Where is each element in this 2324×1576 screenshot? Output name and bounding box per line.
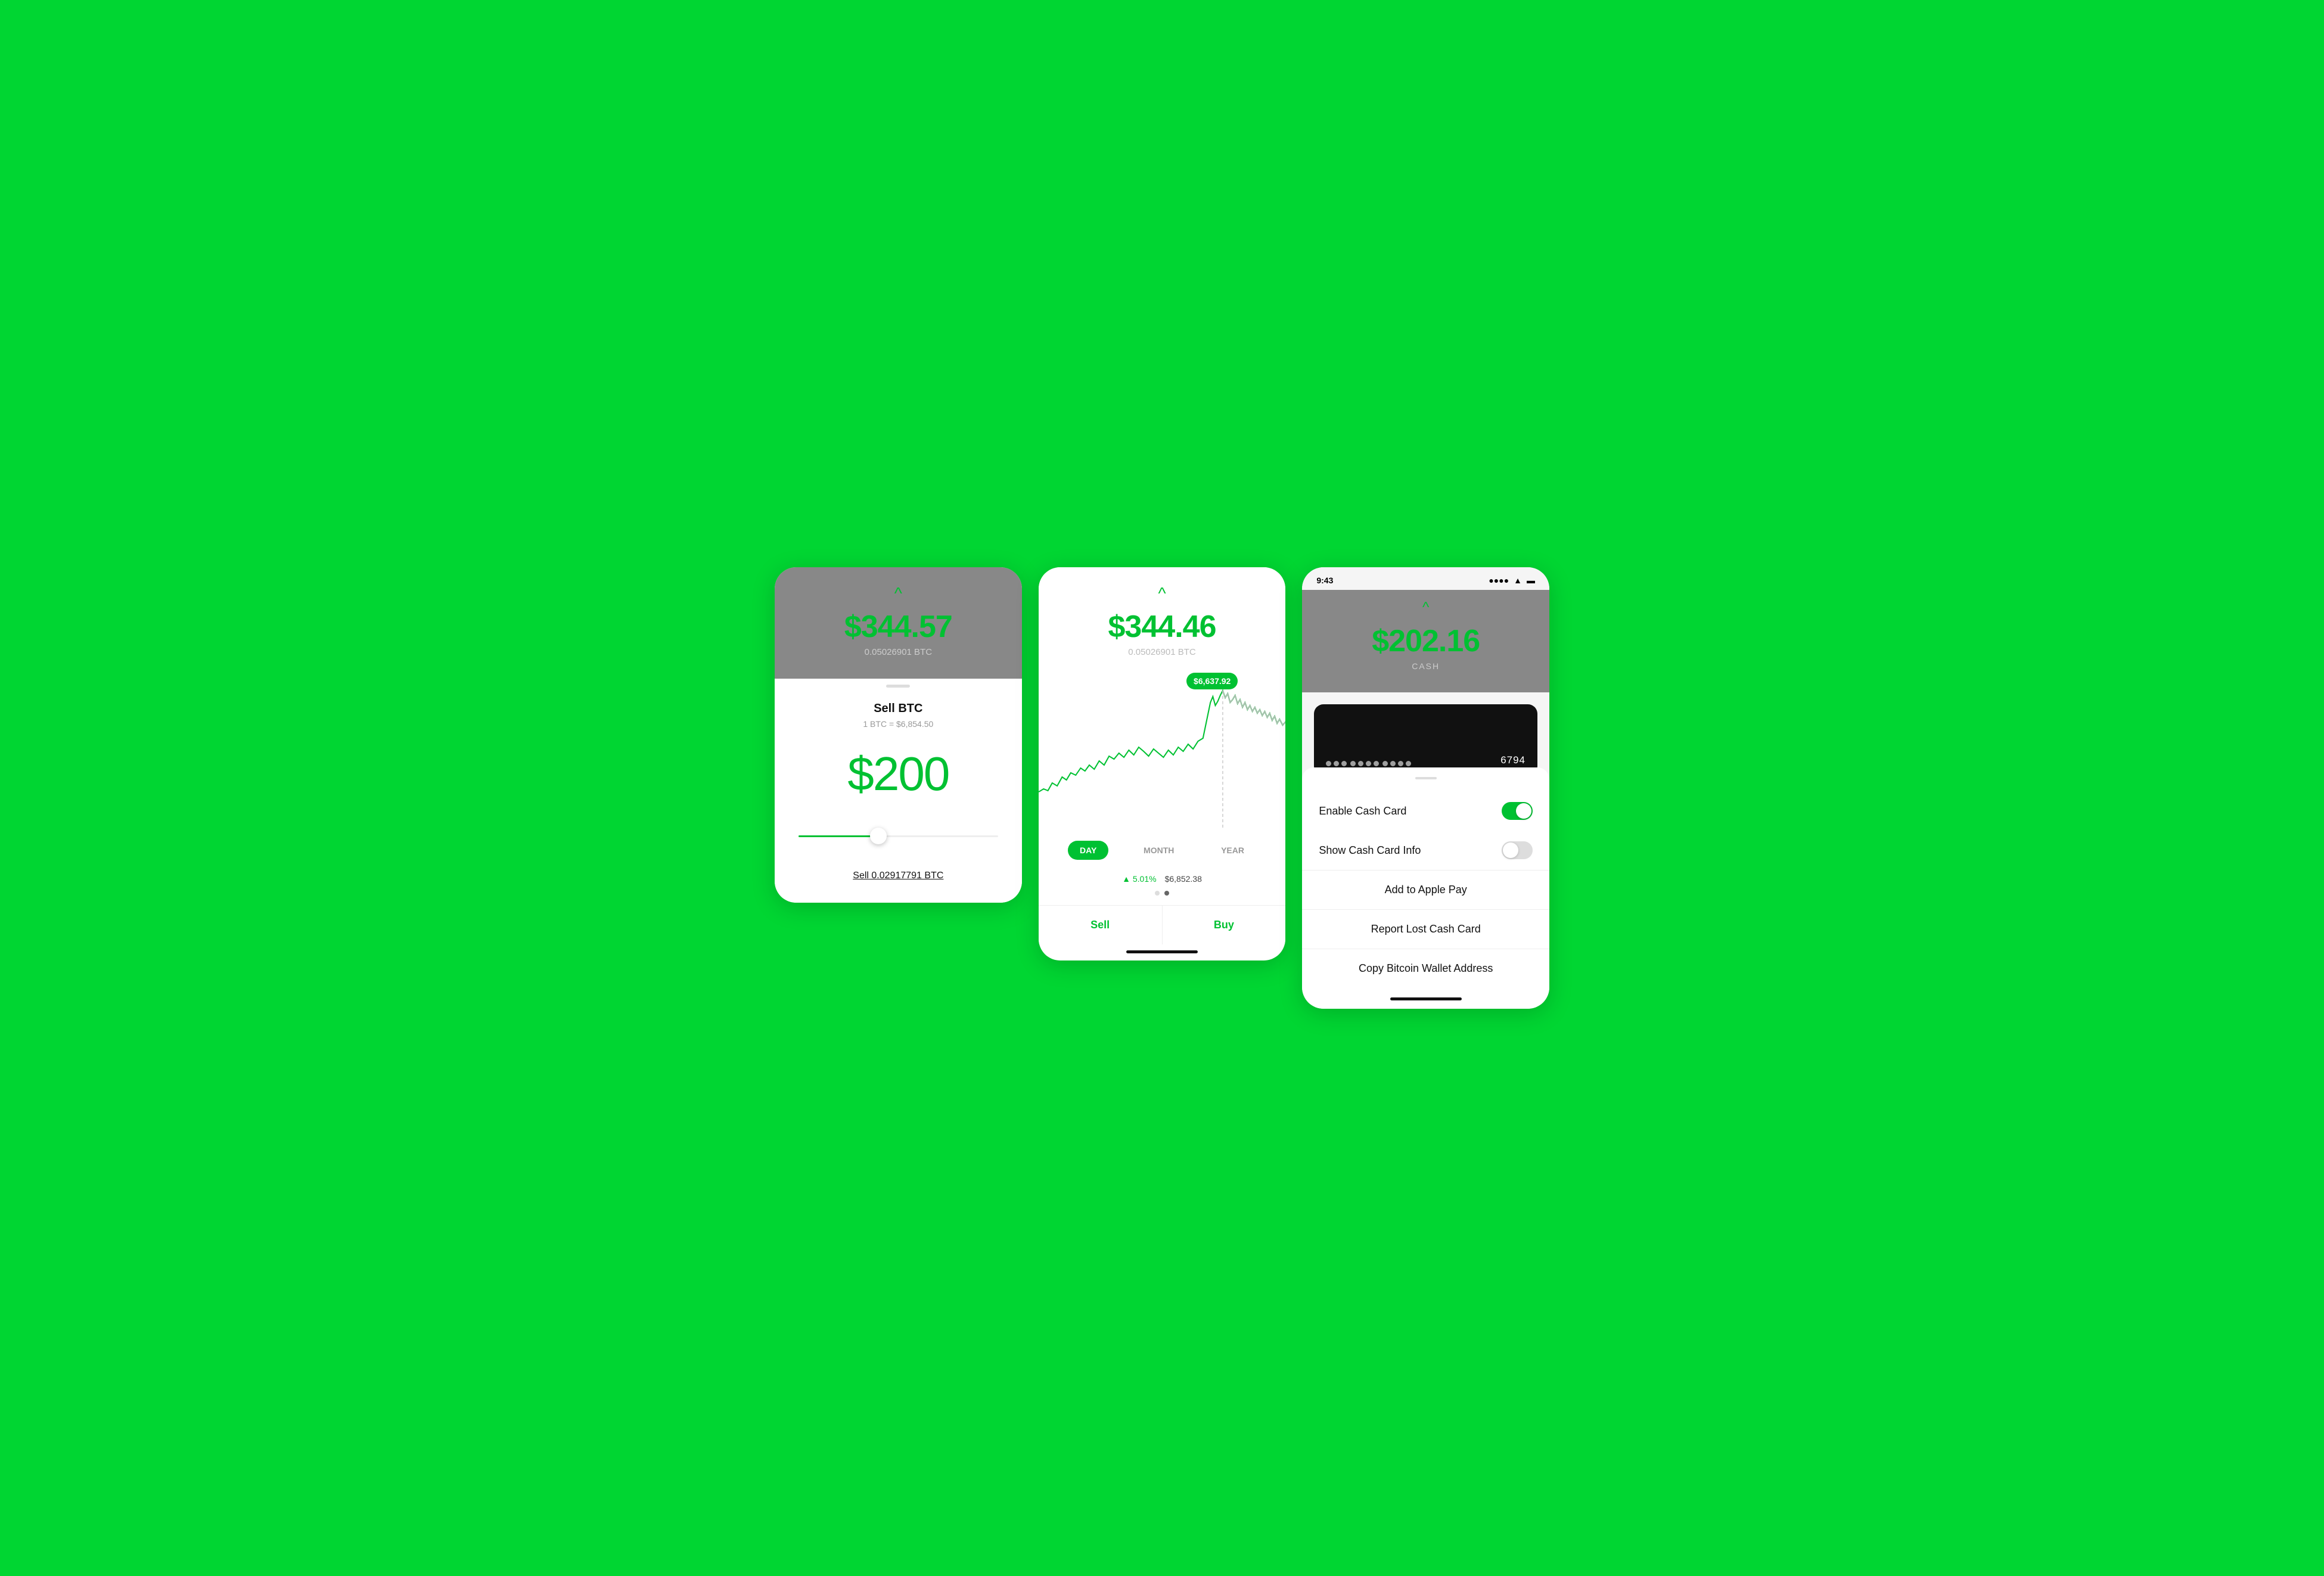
time-btn-day[interactable]: DAY <box>1068 841 1108 860</box>
sell-btc-text: Sell 0.02917791 BTC <box>853 871 943 881</box>
chart-btc-sub: 0.05026901 BTC <box>1128 647 1195 657</box>
home-indicator <box>1126 950 1198 953</box>
show-cash-card-info-row: Show Cash Card Info <box>1302 831 1549 870</box>
card-dot <box>1374 761 1379 766</box>
status-icons: ●●●● ▲ ▬ <box>1489 576 1535 585</box>
show-cash-card-info-label: Show Cash Card Info <box>1319 844 1421 857</box>
time-selector: DAY MONTH YEAR <box>1039 834 1286 867</box>
card-dot <box>1341 761 1347 766</box>
top-header-sell: ^ $344.57 0.05026901 BTC <box>775 567 1022 679</box>
card-dot <box>1326 761 1331 766</box>
card-dot-group-3 <box>1382 761 1411 766</box>
time-btn-month[interactable]: MONTH <box>1132 841 1186 860</box>
card-dot <box>1390 761 1396 766</box>
sheet-handle <box>1415 777 1437 779</box>
card-dot <box>1366 761 1371 766</box>
chart-area: $6,637.92 <box>1039 667 1286 834</box>
enable-cash-card-toggle[interactable] <box>1502 802 1533 820</box>
cash-chevron-up[interactable]: ^ <box>1422 599 1429 616</box>
wifi-icon: ▲ <box>1514 576 1522 585</box>
copy-bitcoin-wallet-label: Copy Bitcoin Wallet Address <box>1359 962 1493 975</box>
sell-sheet: Sell BTC 1 BTC = $6,854.50 $200 Sell 0.0… <box>775 673 1022 903</box>
chart-header: ^ $344.46 0.05026901 BTC <box>1039 567 1286 667</box>
card-dot <box>1398 761 1403 766</box>
add-apple-pay-label: Add to Apple Pay <box>1385 884 1467 896</box>
card-dot <box>1406 761 1411 766</box>
cash-label: CASH <box>1412 661 1440 671</box>
add-apple-pay-row[interactable]: Add to Apple Pay <box>1302 871 1549 909</box>
toggle-knob-off <box>1503 843 1518 858</box>
sell-title: Sell BTC <box>874 702 922 716</box>
price-chart <box>1039 673 1286 828</box>
status-bar: 9:43 ●●●● ▲ ▬ <box>1302 567 1549 590</box>
card-dot-group-2 <box>1350 761 1379 766</box>
time-btn-year[interactable]: YEAR <box>1209 841 1256 860</box>
chart-tooltip: $6,637.92 <box>1186 673 1238 689</box>
cash-amount: $202.16 <box>1372 623 1480 659</box>
sell-amount: $200 <box>847 747 949 801</box>
card-dot <box>1382 761 1388 766</box>
chart-price: $344.46 <box>1108 609 1216 645</box>
status-time: 9:43 <box>1316 576 1333 585</box>
action-buttons: Sell Buy <box>1039 905 1286 944</box>
signal-icon: ●●●● <box>1489 576 1509 585</box>
card-dot-group-1 <box>1326 761 1347 766</box>
toggle-knob-on <box>1516 803 1531 819</box>
amount-slider[interactable] <box>799 825 998 847</box>
slider-thumb[interactable] <box>870 828 887 844</box>
battery-icon: ▬ <box>1527 576 1535 585</box>
price-gain: ▲ 5.01% <box>1122 874 1156 884</box>
screen-chart: ^ $344.46 0.05026901 BTC $6,637.92 DAY M… <box>1039 567 1286 960</box>
pagination-dots <box>1039 891 1286 896</box>
card-dots <box>1326 761 1500 766</box>
report-lost-card-label: Report Lost Cash Card <box>1371 923 1481 935</box>
screen-cash-card: 9:43 ●●●● ▲ ▬ ^ $202.16 CASH <box>1302 567 1549 1009</box>
buy-button[interactable]: Buy <box>1162 906 1286 944</box>
screen-sell-btc: ^ $344.57 0.05026901 BTC Sell BTC 1 BTC … <box>775 567 1022 903</box>
drag-handle <box>886 685 910 688</box>
home-indicator-3 <box>1390 997 1462 1000</box>
cash-card-visual: 6794 <box>1314 704 1537 776</box>
gain-price: $6,852.38 <box>1165 874 1202 884</box>
btc-price: $344.57 <box>844 609 952 645</box>
cash-header: ^ $202.16 CASH <box>1302 590 1549 692</box>
sell-rate: 1 BTC = $6,854.50 <box>863 719 933 729</box>
report-lost-card-row[interactable]: Report Lost Cash Card <box>1302 910 1549 949</box>
card-dot <box>1334 761 1339 766</box>
btc-amount: 0.05026901 BTC <box>865 647 932 657</box>
copy-bitcoin-wallet-row[interactable]: Copy Bitcoin Wallet Address <box>1302 949 1549 988</box>
card-dot <box>1358 761 1363 766</box>
dot-2 <box>1164 891 1169 896</box>
sell-btc-label: Sell 0.02917791 BTC <box>853 871 943 881</box>
slider-fill <box>799 835 878 837</box>
chevron-up-icon[interactable]: ^ <box>894 584 902 603</box>
screens-container: ^ $344.57 0.05026901 BTC Sell BTC 1 BTC … <box>775 567 1549 1009</box>
card-dot <box>1350 761 1356 766</box>
chart-chevron-up[interactable]: ^ <box>1158 584 1166 603</box>
enable-cash-card-row: Enable Cash Card <box>1302 791 1549 831</box>
sell-button[interactable]: Sell <box>1039 906 1162 944</box>
enable-cash-card-label: Enable Cash Card <box>1319 805 1406 817</box>
dot-1 <box>1155 891 1160 896</box>
cash-card-sheet: Enable Cash Card Show Cash Card Info Add… <box>1302 767 1549 1009</box>
slider-track <box>799 835 998 837</box>
card-last4: 6794 <box>1500 754 1525 766</box>
show-cash-card-info-toggle[interactable] <box>1502 841 1533 859</box>
stats-row: ▲ 5.01% $6,852.38 <box>1039 869 1286 891</box>
